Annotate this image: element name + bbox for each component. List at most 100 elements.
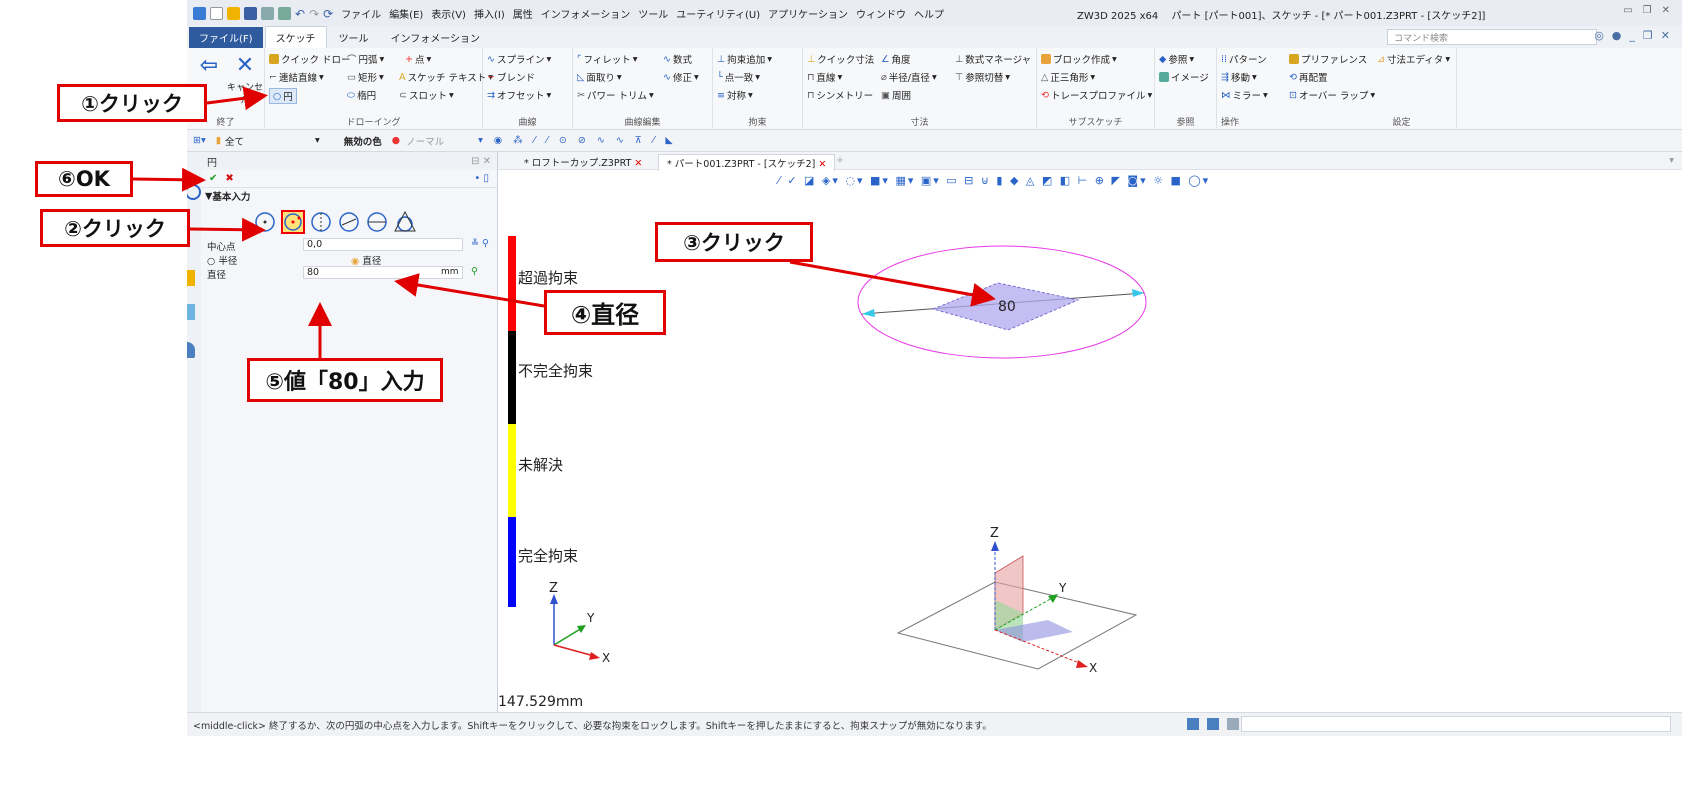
panel-controls-icon[interactable]: ⊟ ✕ xyxy=(471,156,491,167)
power-trim-button[interactable]: ✂ パワー トリム ▾ xyxy=(577,88,654,103)
open-file-icon[interactable] xyxy=(227,6,240,20)
menu-information[interactable]: インフォメーション xyxy=(541,6,631,21)
pin-icon[interactable]: • ▯ xyxy=(474,173,489,184)
menu-window[interactable]: ウィンドウ xyxy=(856,6,906,21)
move-button[interactable]: ⇶ 移動 ▾ xyxy=(1221,70,1257,85)
inscribed-mode-button[interactable] xyxy=(393,210,417,234)
save-icon[interactable] xyxy=(244,6,257,20)
diameter-value-field[interactable]: 80 xyxy=(303,266,463,279)
user-icon[interactable] xyxy=(187,342,195,358)
reference-button[interactable]: ◆ 参照 ▾ xyxy=(1159,52,1194,67)
filter-icon[interactable]: ⊞▾ xyxy=(193,135,206,146)
command-search-input[interactable]: コマンド検索 xyxy=(1387,29,1597,45)
point-button[interactable]: + 点 ▾ xyxy=(405,52,431,67)
close-doc-icon[interactable]: ✕ xyxy=(1661,29,1670,42)
slot-button[interactable]: ⊂ スロット ▾ xyxy=(399,88,454,103)
layer-icon[interactable] xyxy=(187,304,195,320)
menu-application[interactable]: アプリケーション xyxy=(768,6,848,21)
sketch-text-button[interactable]: A スケッチ テキスト ▾ xyxy=(399,70,493,85)
three-point-mode-button[interactable] xyxy=(337,210,361,234)
menu-file[interactable]: ファイル xyxy=(341,6,381,21)
save-as-icon[interactable] xyxy=(261,6,274,20)
formula-button[interactable]: ∿ 数式 xyxy=(663,52,692,67)
modify-button[interactable]: ∿ 修正 ▾ xyxy=(663,70,699,85)
menu-tools[interactable]: ツール xyxy=(638,6,668,21)
rectangle-button[interactable]: ▭ 矩形 ▾ xyxy=(347,70,384,85)
basic-input-section[interactable]: ▼ 基本入力 xyxy=(201,188,497,204)
tab-tool[interactable]: ツール xyxy=(329,27,379,48)
equilateral-triangle-button[interactable]: △ 正三角形 ▾ xyxy=(1041,70,1095,85)
redo-icon[interactable]: ↷ xyxy=(309,7,319,21)
new-file-icon[interactable] xyxy=(210,6,223,20)
symmetry-dimension-button[interactable]: ⊓ シンメトリー xyxy=(807,88,873,103)
add-constraint-button[interactable]: ⊥ 拘束追加 ▾ xyxy=(717,52,772,67)
restore-icon[interactable]: ❐ xyxy=(1643,5,1652,16)
circle-mode-icon[interactable] xyxy=(187,184,201,200)
snap-toolbar-icons[interactable]: ▾ ◉ ⁂ ⁄ ⁄ ⊙ ⊘ ∿ ∿ ⊼ ⁄ ◣ xyxy=(478,135,677,146)
part-icon[interactable] xyxy=(187,270,195,286)
ok-check-icon[interactable]: ✔ xyxy=(209,173,217,184)
exit-button[interactable]: ⇦ xyxy=(189,52,229,80)
dimension-editor-button[interactable]: ⊿ 寸法エディタ ▾ xyxy=(1377,52,1450,67)
radius-diameter-button[interactable]: ⌀ 半径/直径 ▾ xyxy=(881,70,937,85)
angle-button[interactable]: ∠ 角度 xyxy=(881,52,911,67)
tangent-mode-button[interactable] xyxy=(365,210,389,234)
tab-file[interactable]: ファイル(F) xyxy=(189,26,263,48)
center-point-field[interactable]: 0,0 xyxy=(303,238,463,251)
filter-select[interactable]: 全て xyxy=(225,134,305,148)
undo-icon[interactable]: ↶ xyxy=(295,7,305,21)
preference-button[interactable]: プリファレンス xyxy=(1289,52,1367,66)
close-icon[interactable]: ✕ xyxy=(1662,5,1670,16)
center-radius-mode-button[interactable] xyxy=(253,210,277,234)
status-input-field[interactable] xyxy=(1241,716,1671,732)
mirror-button[interactable]: ⋈ ミラー ▾ xyxy=(1221,88,1268,103)
help-icon[interactable]: ● xyxy=(1612,29,1622,42)
circle-button[interactable]: ○ 円 xyxy=(269,88,297,104)
menu-utility[interactable]: ユーティリティ(U) xyxy=(676,6,760,21)
spline-button[interactable]: ∿ スプライン ▾ xyxy=(487,52,551,67)
two-point-mode-button[interactable] xyxy=(309,210,333,234)
minimize-icon[interactable]: ▭ xyxy=(1623,5,1632,16)
regen-icon[interactable]: ⟳ xyxy=(323,7,333,21)
trace-profile-button[interactable]: ⟲ トレースプロファイル ▾ xyxy=(1041,88,1152,103)
create-block-button[interactable]: ブロック作成 ▾ xyxy=(1041,52,1117,66)
tab-information[interactable]: インフォメーション xyxy=(381,27,491,48)
relocate-button[interactable]: ⟲ 再配置 xyxy=(1289,70,1327,85)
minimize-ribbon-icon[interactable]: _ xyxy=(1629,29,1635,42)
image-button[interactable]: イメージ xyxy=(1159,70,1209,84)
quick-draw-button[interactable]: クイック ドロー xyxy=(269,52,351,66)
status-window-icon[interactable] xyxy=(1227,718,1239,730)
reference-toggle-button[interactable]: ⊤ 参照切替 ▾ xyxy=(955,70,1010,85)
formula-manager-button[interactable]: ⊥ 数式マネージャ xyxy=(955,52,1031,67)
menu-edit[interactable]: 編集(E) xyxy=(389,6,423,21)
symmetric-button[interactable]: ≡ 対称 ▾ xyxy=(717,88,753,103)
render-mode-select[interactable]: ノーマル xyxy=(406,134,476,148)
quick-dimension-button[interactable]: ⊥ クイック寸法 xyxy=(807,52,874,67)
chamfer-button[interactable]: ◺ 面取り ▾ xyxy=(577,70,622,85)
settings-icon[interactable]: ◎ xyxy=(1594,29,1604,42)
perimeter-button[interactable]: ▣ 周囲 xyxy=(881,88,911,103)
menu-insert[interactable]: 挿入(I) xyxy=(474,6,505,21)
restore-doc-icon[interactable]: ❐ xyxy=(1643,29,1653,42)
print-icon[interactable] xyxy=(278,6,291,20)
polyline-button[interactable]: ⌐ 連結直線 ▾ xyxy=(269,70,324,85)
cancel-x-icon[interactable]: ✖ xyxy=(225,173,233,184)
coincident-button[interactable]: └ 点一致 ▾ xyxy=(717,70,760,85)
diameter-options-icon[interactable]: ⚲ xyxy=(471,266,478,277)
cancel-button[interactable]: ✕ キャンセル xyxy=(225,52,265,107)
menu-help[interactable]: ヘルプ xyxy=(914,6,944,21)
offset-button[interactable]: ⇉ オフセット ▾ xyxy=(487,88,551,103)
blend-button[interactable]: ~ ブレンド xyxy=(487,70,535,85)
pattern-button[interactable]: ⁞⁞ パターン xyxy=(1221,52,1267,67)
palette-icon[interactable]: ● xyxy=(392,135,400,146)
ellipse-button[interactable]: ⬭ 楕円 xyxy=(347,88,376,103)
color-filter-icon[interactable]: ▮ xyxy=(216,135,221,146)
arc-button[interactable]: ⌒ 円弧 ▾ xyxy=(347,52,384,67)
center-diameter-mode-button[interactable] xyxy=(281,210,305,234)
linear-dimension-button[interactable]: ⊓ 直線 ▾ xyxy=(807,70,842,85)
menu-view[interactable]: 表示(V) xyxy=(431,6,466,21)
menu-attribute[interactable]: 属性 xyxy=(513,6,533,21)
overlap-button[interactable]: ⊡ オーバー ラップ ▾ xyxy=(1289,88,1375,103)
tab-sketch[interactable]: スケッチ xyxy=(264,26,327,48)
radius-radio[interactable]: ○ 半径 xyxy=(207,253,237,267)
